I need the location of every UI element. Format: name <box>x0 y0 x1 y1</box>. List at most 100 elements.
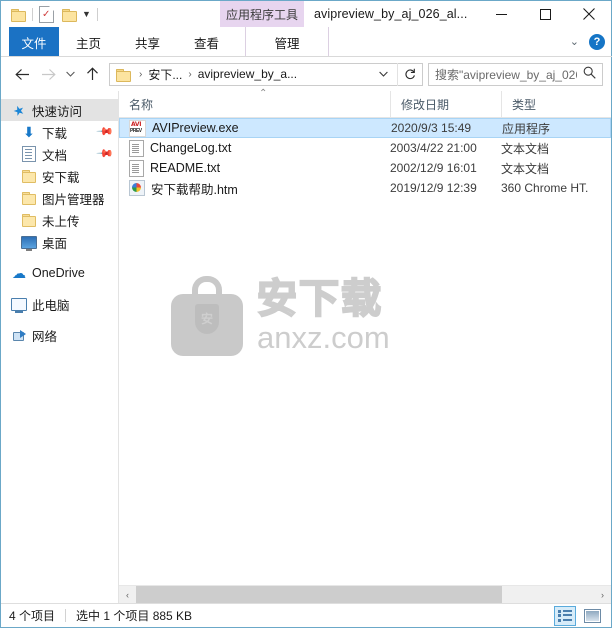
tab-view[interactable]: 查看 <box>177 27 236 57</box>
scroll-thumb[interactable] <box>136 586 503 603</box>
file-name-cell: README.txt <box>119 159 390 177</box>
folder-icon <box>21 190 37 206</box>
selection-label: 选中 1 个项目 885 KB <box>76 609 193 623</box>
watermark-bag-icon: 安 <box>171 276 243 356</box>
status-bar: 4 个项目 选中 1 个项目 885 KB <box>1 603 611 627</box>
file-name-cell: AVI PREV AVIPreview.exe <box>120 119 391 137</box>
sidebar-item-label: 下载 <box>42 126 68 141</box>
sort-ascending-icon: ⌃ <box>259 88 268 99</box>
sidebar-item-not-uploaded[interactable]: 未上传 <box>1 209 118 231</box>
bag-handle <box>192 276 222 302</box>
pin-star-icon: ★ <box>10 100 28 120</box>
details-view-icon <box>557 609 573 622</box>
sidebar-item-this-pc[interactable]: 此电脑 <box>1 293 118 315</box>
breadcrumb-dropdown-icon[interactable] <box>370 69 397 79</box>
pin-icon[interactable]: 📌 <box>96 122 115 141</box>
horizontal-scrollbar[interactable]: ‹ › <box>119 585 611 603</box>
file-name-cell: 安下载帮助.htm <box>119 179 390 198</box>
file-type-cell: 360 Chrome HT. <box>501 181 589 195</box>
watermark-en-text: anxz.com <box>257 319 390 355</box>
breadcrumb-separator-1[interactable]: › <box>184 69 195 80</box>
maximize-button[interactable] <box>523 1 567 27</box>
search-icon[interactable] <box>577 66 602 82</box>
sidebar-item-quick-access[interactable]: ★ 快速访问 <box>1 99 118 121</box>
column-header-type-label: 类型 <box>512 97 537 112</box>
scroll-track[interactable] <box>136 586 594 603</box>
shield-icon: 安 <box>195 304 219 334</box>
up-button[interactable] <box>79 61 105 87</box>
column-header-date[interactable]: 修改日期 <box>390 91 501 117</box>
search-box[interactable]: 搜索"avipreview_by_aj_026_... <box>428 62 603 86</box>
refresh-icon[interactable] <box>397 62 422 86</box>
file-name-label: ChangeLog.txt <box>150 141 232 155</box>
sidebar-item-label: 图片管理器 <box>42 192 105 207</box>
file-rows: AVI PREV AVIPreview.exe 2020/9/3 15:49 应用… <box>119 118 611 585</box>
title-bar: ✓ ▼ 应用程序工具 avipreview_by_aj_026_al... <box>1 1 611 27</box>
breadcrumb-item-0[interactable]: 安下... <box>146 66 184 83</box>
scroll-right-icon[interactable]: › <box>594 586 611 603</box>
sidebar-item-downloads[interactable]: ⬇ 下载 📌 <box>1 121 118 143</box>
address-bar: › 安下... › avipreview_by_a... 搜索"aviprevi… <box>1 57 611 91</box>
chevron-down-icon[interactable]: ⌄ <box>570 36 579 48</box>
status-divider <box>65 609 67 622</box>
tab-share[interactable]: 共享 <box>118 27 177 57</box>
scroll-left-icon[interactable]: ‹ <box>119 586 136 603</box>
sidebar-item-desktop[interactable]: 桌面 <box>1 231 118 253</box>
column-header-type[interactable]: 类型 <box>501 91 611 117</box>
table-row[interactable]: README.txt 2002/12/9 16:01 文本文档 <box>119 158 611 178</box>
text-file-icon <box>129 159 144 177</box>
forward-button[interactable] <box>35 61 61 87</box>
help-icon[interactable]: ? <box>589 34 605 50</box>
tab-manage[interactable]: 管理 <box>245 27 330 57</box>
sidebar-item-image-manager[interactable]: 图片管理器 <box>1 187 118 209</box>
tab-file[interactable]: 文件 <box>9 27 59 57</box>
sidebar-item-network[interactable]: 网络 <box>1 324 118 346</box>
bag-body <box>171 294 243 356</box>
sidebar-item-label: 桌面 <box>42 236 68 251</box>
large-icons-view-button[interactable] <box>581 606 603 626</box>
folder-icon <box>21 168 37 184</box>
qat-divider <box>32 7 33 21</box>
text-file-icon <box>129 139 144 157</box>
table-row[interactable]: ChangeLog.txt 2003/4/22 21:00 文本文档 <box>119 138 611 158</box>
breadcrumb-bar[interactable]: › 安下... › avipreview_by_a... <box>109 62 423 86</box>
file-date-cell: 2003/4/22 21:00 <box>390 141 477 155</box>
new-folder-icon[interactable] <box>11 8 26 22</box>
sidebar-item-anxiazai[interactable]: 安下载 <box>1 165 118 187</box>
pin-icon[interactable]: 📌 <box>96 144 115 163</box>
close-button[interactable] <box>567 1 611 27</box>
file-type-cell: 应用程序 <box>502 121 551 136</box>
watermark: 安 安下载 anxz.com <box>171 276 390 356</box>
tab-home[interactable]: 主页 <box>59 27 118 57</box>
sidebar-item-label: 未上传 <box>42 214 80 229</box>
minimize-button[interactable] <box>479 1 523 27</box>
table-row[interactable]: 安下载帮助.htm 2019/12/9 12:39 360 Chrome HT. <box>119 178 611 198</box>
check-mark: ✓ <box>42 8 51 20</box>
sidebar-item-label: 快速访问 <box>32 104 83 119</box>
back-button[interactable] <box>9 61 35 87</box>
download-icon: ⬇ <box>23 124 35 140</box>
file-list-pane: 名称 ⌃ 修改日期 类型 AVI PREV AVIPreview.exe 202… <box>119 88 611 603</box>
folder-icon[interactable] <box>62 8 77 22</box>
recent-locations-button[interactable] <box>61 61 79 87</box>
details-view-button[interactable] <box>554 605 576 626</box>
ribbon-right-controls: ⌄ ? <box>570 27 605 57</box>
sidebar-item-onedrive[interactable]: ☁ OneDrive <box>1 262 118 284</box>
file-name-cell: ChangeLog.txt <box>119 139 390 157</box>
properties-icon[interactable]: ✓ <box>39 5 54 23</box>
table-row[interactable]: AVI PREV AVIPreview.exe 2020/9/3 15:49 应用… <box>119 118 611 138</box>
column-header-name[interactable]: 名称 ⌃ <box>119 88 390 117</box>
search-input[interactable]: 搜索"avipreview_by_aj_026_... <box>429 66 577 83</box>
file-date-cell: 2020/9/3 15:49 <box>391 121 472 135</box>
sidebar-item-label: 此电脑 <box>32 298 70 313</box>
breadcrumb-item-1[interactable]: avipreview_by_a... <box>196 67 299 81</box>
document-icon <box>21 146 37 162</box>
exe-icon: AVI PREV <box>129 119 146 137</box>
watermark-text: 安下载 anxz.com <box>256 278 390 355</box>
customize-dropdown-icon[interactable]: ▼ <box>82 9 91 19</box>
sidebar-item-documents[interactable]: 文档 📌 <box>1 143 118 165</box>
network-icon <box>11 327 27 343</box>
breadcrumb-separator-0[interactable]: › <box>135 69 146 80</box>
navigation-pane: ★ 快速访问 ⬇ 下载 📌 文档 📌 安下载 图片管理器 未上传 桌面 ☁ On… <box>1 91 119 603</box>
